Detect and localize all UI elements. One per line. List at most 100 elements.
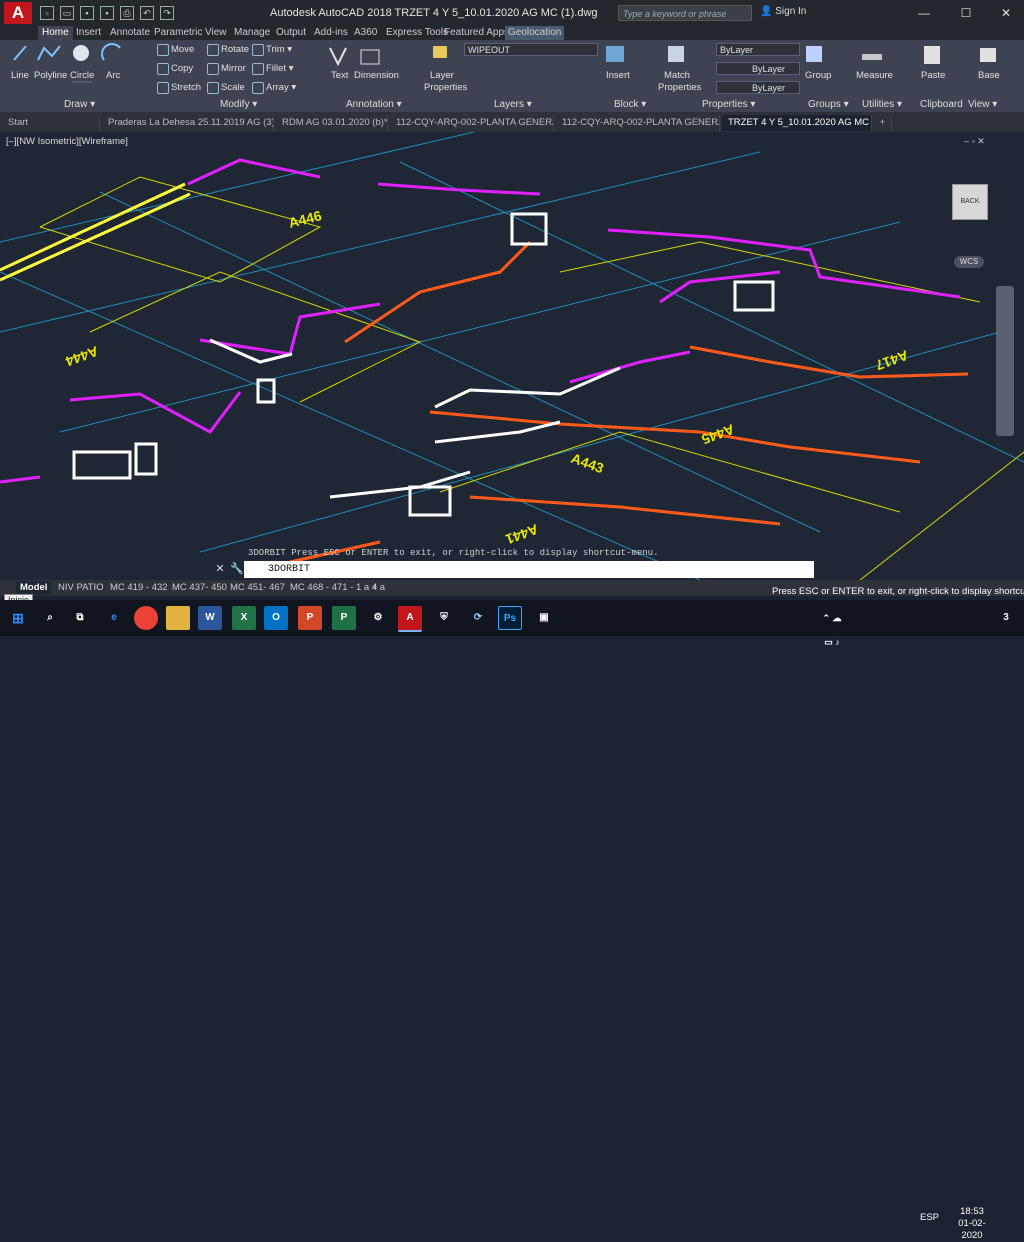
paste-button[interactable]: Paste [921,70,945,81]
save-icon[interactable]: ▪ [80,6,94,20]
properties-panel-title[interactable]: Properties ▾ [702,98,755,111]
arc-tool[interactable]: Arc [106,70,120,81]
project-icon[interactable]: P [332,606,356,630]
scale-tool[interactable]: Scale [221,82,245,93]
search-icon[interactable]: ⌕ [38,606,62,630]
outlook-icon[interactable]: O [264,606,288,630]
block-panel-title[interactable]: Block ▾ [614,98,646,111]
search-input[interactable]: Type a keyword or phrase [618,5,752,21]
powerpoint-icon[interactable]: P [298,606,322,630]
mirror-tool[interactable]: Mirror [221,63,246,74]
groups-panel-title[interactable]: Groups ▾ [808,98,849,111]
tab-add-ins[interactable]: Add-ins [314,26,348,40]
measure-button[interactable]: Measure [856,70,893,81]
undo-icon[interactable]: ↶ [140,6,154,20]
sync-icon[interactable]: ⟳ [466,606,490,630]
copy-tool[interactable]: Copy [171,63,193,74]
notifications-icon[interactable]: 3 [994,606,1018,630]
array-tool[interactable]: Array ▾ [266,82,296,93]
group-button[interactable]: Group [805,70,831,81]
open-file-icon[interactable]: ▭ [60,6,74,20]
layout-tab[interactable]: NIV PATIO [54,581,108,595]
stretch-tool[interactable]: Stretch [171,82,201,93]
close-icon[interactable]: ✕ [214,563,226,575]
save-as-icon[interactable]: ▪ [100,6,114,20]
text-tool[interactable]: Text [331,70,348,81]
layout-tab[interactable]: MC 419 - 432 [106,581,172,595]
viewcube[interactable]: BACK [952,184,988,220]
utilities-panel-title[interactable]: Utilities ▾ [862,98,902,111]
photoshop-icon[interactable]: Ps [498,606,522,630]
polyline-tool[interactable]: Polyline [34,70,67,81]
file-explorer-icon[interactable] [166,606,190,630]
maximize-button[interactable]: ☐ [946,2,986,24]
tab-home[interactable]: Home [38,26,73,40]
tab-insert[interactable]: Insert [76,26,101,40]
file-tab[interactable]: Praderas La Dehesa 25.11.2019 AG (3) (4)… [102,115,274,131]
tab-view[interactable]: View [205,26,227,40]
edge-icon[interactable]: e [102,606,126,630]
file-tab-start[interactable]: Start [2,115,100,131]
task-view-icon[interactable]: ⧉ [68,606,92,630]
layout-tab[interactable]: MC 451- 467 [226,581,289,595]
wrench-icon[interactable]: 🔧 [230,563,244,575]
security-icon[interactable]: ⛨ [432,606,456,630]
autocad-taskbar-icon[interactable]: A [398,606,422,632]
match-properties-button[interactable]: Match [664,70,690,81]
viewport-window-controls[interactable]: – ▫ ✕ [964,136,985,147]
layout-tab-model[interactable]: Model [16,581,52,595]
print-icon[interactable]: ⎙ [120,6,134,20]
file-tab-active[interactable]: TRZET 4 Y 5_10.01.2020 AG MC (1)* [722,115,872,131]
tray-icons[interactable]: ⌃ ☁ ▭ ♪ [820,606,844,647]
close-button[interactable]: ✕ [986,2,1024,24]
tab-annotate[interactable]: Annotate [110,26,150,40]
dimension-tool[interactable]: Dimension [354,70,399,81]
base-view-button[interactable]: Base [978,70,1000,81]
tab-a360[interactable]: A360 [354,26,377,40]
file-tab[interactable]: RDM AG 03.01.2020 (b)* [276,115,388,131]
add-layout-button[interactable]: + [372,581,378,595]
clock[interactable]: 18:53 01-02-2020 [952,1206,992,1242]
lineweight-dropdown[interactable]: ByLayer [716,81,800,94]
fillet-tool[interactable]: Fillet ▾ [266,63,293,74]
tab-parametric[interactable]: Parametric [154,26,202,40]
layers-panel-title[interactable]: Layers ▾ [494,98,532,111]
language-indicator[interactable]: ESP [920,1212,939,1223]
insert-block-button[interactable]: Insert [606,70,630,81]
autocad-app-menu-icon[interactable]: A [4,2,32,24]
view-panel-title[interactable]: View ▾ [968,98,997,111]
tab-manage[interactable]: Manage [234,26,270,40]
line-tool[interactable]: Line [11,70,29,81]
new-tab-button[interactable]: + [874,115,892,131]
circle-tool[interactable]: Circle [70,70,94,81]
trim-tool[interactable]: Trim ▾ [266,44,292,55]
layer-dropdown[interactable]: WIPEOUT [464,43,598,56]
word-icon[interactable]: W [198,606,222,630]
file-tab[interactable]: 112-CQY-ARQ-002-PLANTA GENERAL* [390,115,554,131]
new-file-icon[interactable]: ▫ [40,6,54,20]
file-tab[interactable]: 112-CQY-ARQ-002-PLANTA GENERAL* [556,115,720,131]
minimize-button[interactable]: — [904,2,944,24]
navigation-bar[interactable] [996,286,1014,436]
drawing-viewport[interactable]: A446 A444 A445 A443 A441 A417 [–][NW Iso… [0,132,1024,580]
move-tool[interactable]: Move [171,44,194,55]
sign-in-button[interactable]: 👤 Sign In [760,6,806,17]
linetype-dropdown[interactable]: ByLayer [716,62,800,75]
draw-panel-title[interactable]: Draw ▾ [64,98,95,111]
tab-geolocation[interactable]: Geolocation [505,26,565,40]
annotation-panel-title[interactable]: Annotation ▾ [346,98,402,111]
redo-icon[interactable]: ↷ [160,6,174,20]
settings-icon[interactable]: ⚙ [366,606,390,630]
tab-express-tools[interactable]: Express Tools [386,26,448,40]
tab-output[interactable]: Output [276,26,306,40]
excel-icon[interactable]: X [232,606,256,630]
tab-featured-apps[interactable]: Featured Apps [444,26,509,40]
chrome-icon[interactable] [134,606,158,630]
layer-properties-button[interactable]: Layer [430,70,454,81]
viewport-controls-label[interactable]: [–][NW Isometric][Wireframe] [6,136,128,147]
layout-tab[interactable]: MC 437- 450 [168,581,231,595]
windows-start-icon[interactable]: ⊞ [6,606,30,630]
wcs-menu[interactable]: WCS [954,256,984,268]
color-dropdown[interactable]: ByLayer [716,43,800,56]
clipboard-panel-title[interactable]: Clipboard [920,98,963,111]
